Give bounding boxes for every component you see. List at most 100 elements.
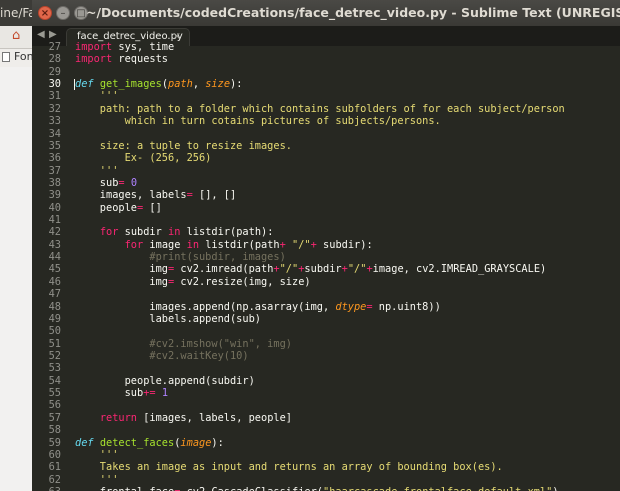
code-line[interactable]: 48 images.append(np.asarray(img, dtype= … [32,301,620,313]
code-line[interactable]: 47 [32,288,620,300]
code-line[interactable]: 38 sub= 0 [32,177,620,189]
code-line[interactable]: 56 [32,399,620,411]
code-token: images.append(np.asarray(img, [75,300,336,313]
code-line[interactable]: 46 img= cv2.resize(img, size) [32,276,620,288]
code-line[interactable]: 43 for image in listdir(path+ "/"+ subdi… [32,239,620,251]
code-token: sys, time [112,41,175,53]
line-text: people= [] [75,202,162,214]
code-line[interactable]: 31 ''' [32,90,620,102]
code-line[interactable]: 41 [32,214,620,226]
code-token: #cv2.waitKey(10) [75,349,249,362]
code-line[interactable]: 50 [32,325,620,337]
line-number: 38 [48,176,61,189]
code-line[interactable]: 36 Ex- (256, 256) [32,152,620,164]
line-text: which in turn cotains pictures of subjec… [75,115,441,127]
code-editor[interactable]: 27 import sys, time 28 import requests 29 30 d… [32,41,620,491]
code-line[interactable]: 39 images, labels= [], [] [32,189,620,201]
line-number: 34 [48,127,61,140]
code-token: get_images [99,78,162,91]
code-token: sub [75,176,119,189]
line-text: ''' [75,448,119,461]
code-token: , [192,78,206,91]
line-text: path: path to a folder which contains su… [75,103,565,115]
code-token: path: path to a folder which contains su… [75,102,565,115]
code-token: subdir [118,226,169,239]
code-line[interactable]: 33 which in turn cotains pictures of sub… [32,115,620,127]
line-number: 35 [48,139,61,152]
code-line[interactable]: 61 Takes an image as input and returns a… [32,461,620,473]
code-line[interactable]: 27 import sys, time [32,41,620,53]
code-token: ): [230,78,243,91]
code-token: for [124,238,144,251]
code-token: people.append(subdir) [75,374,255,387]
code-token: image [143,238,187,251]
code-line[interactable]: 53 [32,362,620,374]
line-number: 57 [48,411,61,424]
code-token: path [168,78,193,91]
minimize-window-button[interactable]: – [56,6,70,20]
code-token: sub [75,387,144,400]
code-token: def [75,78,94,91]
line-text: size: a tuple to resize images. [75,140,292,152]
line-number: 46 [48,275,61,288]
code-token: which in turn cotains pictures of subjec… [75,115,441,128]
code-line[interactable]: 57 return [images, labels, people] [32,412,620,424]
code-token: images, labels [75,189,187,202]
code-token: #print(subdir, images) [75,251,286,264]
line-text: def detect_faces(image): [75,437,224,449]
code-line[interactable]: 49 labels.append(sub) [32,313,620,325]
code-line[interactable]: 51 #cv2.imshow("win", img) [32,338,620,350]
title-bar[interactable]: × – □ ~/Documents/codedCreations/face_de… [32,0,620,26]
line-number: 30 [48,78,61,91]
code-line[interactable]: 60 ''' [32,449,620,461]
bookmark-label[interactable]: Fon [14,50,34,63]
code-token: cv2.imread(path [174,263,274,276]
line-number: 55 [48,387,61,400]
code-line[interactable]: 42 for subdir in listdir(path): [32,226,620,238]
code-line[interactable]: 45 img= cv2.imread(path+"/"+subdir+"/"+i… [32,263,620,275]
code-line[interactable]: 40 people= [] [32,202,620,214]
code-line[interactable]: 59 def detect_faces(image): [32,437,620,449]
code-line[interactable]: 63 frontal_face= cv2.CascadeClassifier("… [32,486,620,491]
home-icon[interactable]: ⌂ [12,28,20,43]
tab-scroll-left-icon[interactable]: ◀ [37,29,45,40]
line-number: 28 [48,53,61,66]
code-token: ''' [75,164,119,177]
code-line[interactable]: 29 [32,66,620,78]
code-line[interactable]: 34 [32,128,620,140]
code-token: Takes an image as input and returns an a… [75,461,503,474]
line-number: 40 [48,201,61,214]
code-token: ''' [75,448,119,461]
code-line[interactable]: 62 ''' [32,474,620,486]
code-line[interactable]: 55 sub+= 1 [32,387,620,399]
line-number: 45 [48,263,61,276]
line-number: 47 [48,288,61,301]
line-number: 33 [48,115,61,128]
tab-scroll-right-icon[interactable]: ▶ [49,29,57,40]
code-token: img [75,275,168,288]
line-text: ''' [75,90,119,102]
close-window-button[interactable]: × [38,6,52,20]
line-number: 59 [48,436,61,449]
line-number: 63 [32,486,61,491]
code-token: for [99,226,119,239]
code-area[interactable]: 27 import sys, time 28 import requests 29 30 d… [32,41,620,491]
code-line[interactable]: 32 path: path to a folder which contains… [32,103,620,115]
code-line[interactable]: 58 [32,424,620,436]
code-token: np.uint8)) [372,300,441,313]
code-token: dtype [335,300,367,313]
code-line[interactable]: 54 people.append(subdir) [32,375,620,387]
code-line[interactable]: 35 size: a tuple to resize images. [32,140,620,152]
line-text: sub+= 1 [75,387,168,399]
line-number: 49 [48,312,61,325]
code-line[interactable]: 28 import requests [32,53,620,65]
code-line[interactable]: 44 #print(subdir, images) [32,251,620,263]
code-token: in [168,226,181,239]
code-line[interactable]: 52 #cv2.waitKey(10) [32,350,620,362]
line-number: 32 [48,102,61,115]
code-token: 0 [130,176,138,189]
code-line[interactable]: 30 def get_images(path, size): [32,78,620,91]
code-token: "/" [279,263,299,276]
code-line[interactable]: 37 ''' [32,165,620,177]
line-number: 27 [48,41,61,53]
